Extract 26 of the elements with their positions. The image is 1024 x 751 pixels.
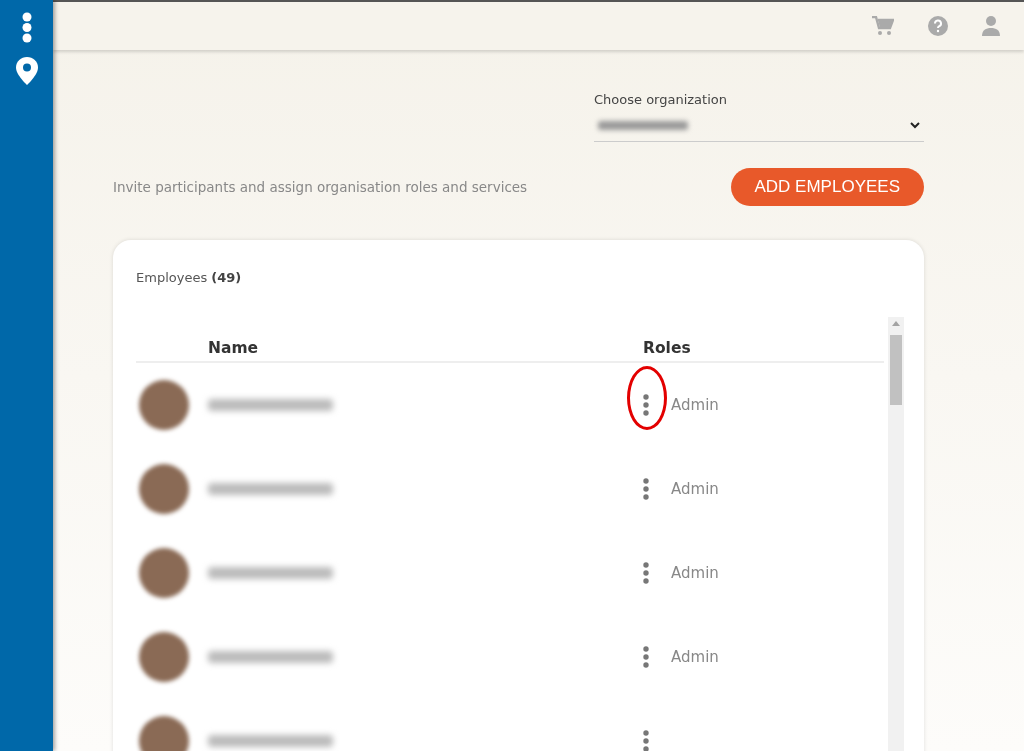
avatar <box>139 716 189 751</box>
more-options-icon[interactable] <box>643 646 649 668</box>
column-header: Roles <box>643 339 691 357</box>
role-text: Admin <box>671 648 719 666</box>
chevron-down-icon <box>910 121 920 129</box>
field-label: Choose organization <box>594 92 728 107</box>
avatar <box>139 380 189 430</box>
menu-icon[interactable] <box>21 12 32 43</box>
column-header: Name <box>208 339 260 357</box>
role-text: Admin <box>671 480 719 498</box>
help-icon[interactable] <box>928 16 948 36</box>
location-pin-icon[interactable] <box>15 57 38 85</box>
role-text: Admin <box>671 564 719 582</box>
more-options-icon[interactable] <box>643 562 649 584</box>
role-text: Admin <box>671 396 719 414</box>
more-options-icon[interactable] <box>643 478 649 500</box>
scrollbar-thumb[interactable] <box>890 335 902 405</box>
avatar <box>139 464 189 514</box>
intro-text: Invite participants and assign organisation roles and services <box>113 179 528 195</box>
more-options-icon[interactable] <box>643 394 649 416</box>
add-employees-button[interactable]: ADD EMPLOYEES <box>730 168 924 206</box>
section-title: Employees (49) <box>136 270 243 285</box>
avatar <box>139 632 189 682</box>
more-options-icon[interactable] <box>643 730 649 751</box>
avatar <box>139 548 189 598</box>
scrollbar[interactable] <box>888 317 904 751</box>
